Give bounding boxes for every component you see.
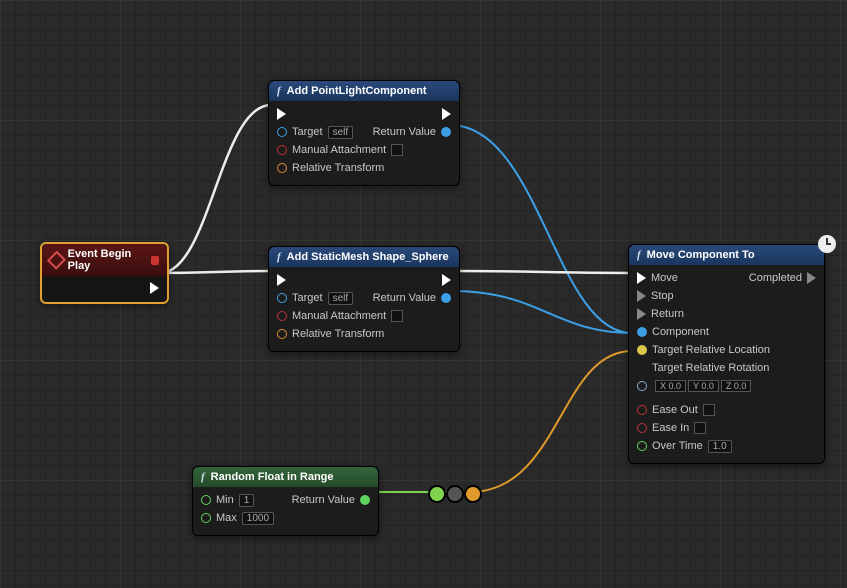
node-header[interactable]: f Random Float in Range bbox=[193, 467, 378, 487]
pin-max[interactable]: Max1000 bbox=[201, 512, 274, 525]
pin-target-relative-rotation[interactable] bbox=[637, 381, 647, 391]
pin-target[interactable]: Target self bbox=[277, 292, 353, 305]
exec-in-pin[interactable] bbox=[277, 108, 286, 120]
node-add-pointlight[interactable]: f Add PointLightComponent Target self Re… bbox=[268, 80, 460, 186]
pin-over-time[interactable]: Over Time1.0 bbox=[637, 440, 732, 453]
pin-return-value[interactable]: Return Value bbox=[373, 292, 451, 304]
exec-out-pin[interactable] bbox=[150, 282, 159, 294]
pin-move-exec[interactable]: Move bbox=[637, 272, 678, 284]
checkbox[interactable] bbox=[391, 310, 403, 322]
pin-relative-transform[interactable]: Relative Transform bbox=[277, 162, 384, 174]
node-header[interactable]: Event Begin Play bbox=[42, 244, 167, 276]
pin-manual-attachment[interactable]: Manual Attachment bbox=[277, 144, 403, 156]
rotation-fields[interactable]: X 0.0 Y 0.0 Z 0.0 bbox=[655, 380, 751, 392]
checkbox[interactable] bbox=[391, 144, 403, 156]
exec-out-pin[interactable] bbox=[442, 274, 451, 286]
exec-out-pin[interactable] bbox=[442, 108, 451, 120]
node-event-begin-play[interactable]: Event Begin Play bbox=[40, 242, 169, 304]
node-title: Add PointLightComponent bbox=[287, 85, 427, 97]
pin-completed-exec[interactable]: Completed bbox=[749, 272, 816, 284]
node-title: Event Begin Play bbox=[68, 248, 145, 272]
event-icon bbox=[47, 251, 66, 270]
pin-manual-attachment[interactable]: Manual Attachment bbox=[277, 310, 403, 322]
function-icon: f bbox=[201, 471, 205, 483]
breakpoint-indicator[interactable] bbox=[151, 256, 159, 265]
pin-target-relative-location[interactable]: Target Relative Location bbox=[637, 344, 770, 356]
node-title: Add StaticMesh Shape_Sphere bbox=[287, 251, 449, 263]
node-header[interactable]: f Move Component To bbox=[629, 245, 824, 265]
node-random-float-in-range[interactable]: f Random Float in Range Min1 Return Valu… bbox=[192, 466, 379, 536]
pin-component[interactable]: Component bbox=[637, 326, 709, 338]
node-title: Random Float in Range bbox=[211, 471, 334, 483]
reroute-pin[interactable] bbox=[464, 485, 482, 503]
function-icon: f bbox=[277, 85, 281, 97]
pin-return-value[interactable]: Return Value bbox=[292, 494, 370, 506]
pin-return-exec[interactable]: Return bbox=[637, 308, 684, 320]
pin-return-value[interactable]: Return Value bbox=[373, 126, 451, 138]
pin-stop-exec[interactable]: Stop bbox=[637, 290, 674, 302]
latent-icon bbox=[818, 235, 836, 253]
node-header[interactable]: f Add PointLightComponent bbox=[269, 81, 459, 101]
node-title: Move Component To bbox=[647, 249, 755, 261]
function-icon: f bbox=[637, 249, 641, 261]
pin-ease-out[interactable]: Ease Out bbox=[637, 404, 715, 416]
label-target-relative-rotation: Target Relative Rotation bbox=[652, 362, 769, 374]
pin-ease-in[interactable]: Ease In bbox=[637, 422, 706, 434]
node-header[interactable]: f Add StaticMesh Shape_Sphere bbox=[269, 247, 459, 267]
pin-target[interactable]: Target self bbox=[277, 126, 353, 139]
checkbox[interactable] bbox=[703, 404, 715, 416]
pin-relative-transform[interactable]: Relative Transform bbox=[277, 328, 384, 340]
node-move-component-to[interactable]: f Move Component To Move Completed Stop … bbox=[628, 244, 825, 464]
exec-in-pin[interactable] bbox=[277, 274, 286, 286]
reroute-pin[interactable] bbox=[428, 485, 446, 503]
reroute-pin[interactable] bbox=[446, 485, 464, 503]
node-add-staticmesh[interactable]: f Add StaticMesh Shape_Sphere Target sel… bbox=[268, 246, 460, 352]
function-icon: f bbox=[277, 251, 281, 263]
pin-min[interactable]: Min1 bbox=[201, 494, 254, 507]
checkbox[interactable] bbox=[694, 422, 706, 434]
